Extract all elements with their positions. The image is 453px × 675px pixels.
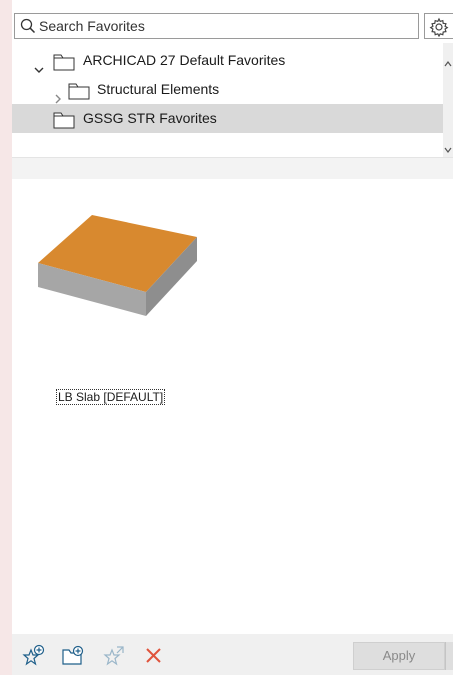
- tree-item-archicad-defaults[interactable]: ARCHICAD 27 Default Favorites: [12, 46, 443, 75]
- favorites-content: LB Slab [DEFAULT]: [12, 179, 453, 634]
- favorites-tree: ARCHICAD 27 Default Favorites Structural…: [12, 43, 443, 157]
- scroll-up-icon[interactable]: [444, 55, 452, 67]
- delete-icon[interactable]: [142, 644, 166, 668]
- search-row: [12, 11, 453, 43]
- new-folder-icon[interactable]: [61, 644, 85, 668]
- chevron-down-icon[interactable]: [34, 56, 44, 73]
- search-icon: [20, 18, 36, 34]
- tree-scrollbar[interactable]: [443, 43, 453, 157]
- bottom-toolbar: Apply: [12, 634, 453, 675]
- tree-item-gssg-str-favorites[interactable]: GSSG STR Favorites: [12, 104, 443, 133]
- settings-button[interactable]: [424, 13, 453, 39]
- apply-button[interactable]: Apply: [353, 642, 445, 670]
- tree-item-label: ARCHICAD 27 Default Favorites: [83, 52, 286, 68]
- folder-icon: [68, 81, 90, 100]
- favorites-panel: ARCHICAD 27 Default Favorites Structural…: [12, 0, 453, 675]
- background-strip: [0, 0, 12, 675]
- folder-icon: [53, 52, 75, 71]
- new-favorite-icon[interactable]: [22, 644, 46, 668]
- tree-item-label: Structural Elements: [97, 81, 220, 97]
- folder-icon: [53, 110, 75, 129]
- slab-thumbnail: [36, 215, 201, 325]
- tree-item-label: GSSG STR Favorites: [83, 110, 217, 126]
- search-box[interactable]: [14, 13, 419, 39]
- favorite-item[interactable]: LB Slab [DEFAULT]: [36, 215, 206, 405]
- apply-dropdown[interactable]: [445, 642, 453, 670]
- tree-item-structural-elements[interactable]: Structural Elements: [12, 75, 443, 104]
- panel-divider[interactable]: [12, 157, 453, 180]
- chevron-right-icon[interactable]: [53, 85, 63, 104]
- scroll-down-icon[interactable]: [444, 141, 452, 153]
- favorite-item-label: LB Slab [DEFAULT]: [56, 389, 166, 405]
- redefine-favorite-icon[interactable]: [103, 644, 127, 668]
- search-input[interactable]: [37, 14, 411, 38]
